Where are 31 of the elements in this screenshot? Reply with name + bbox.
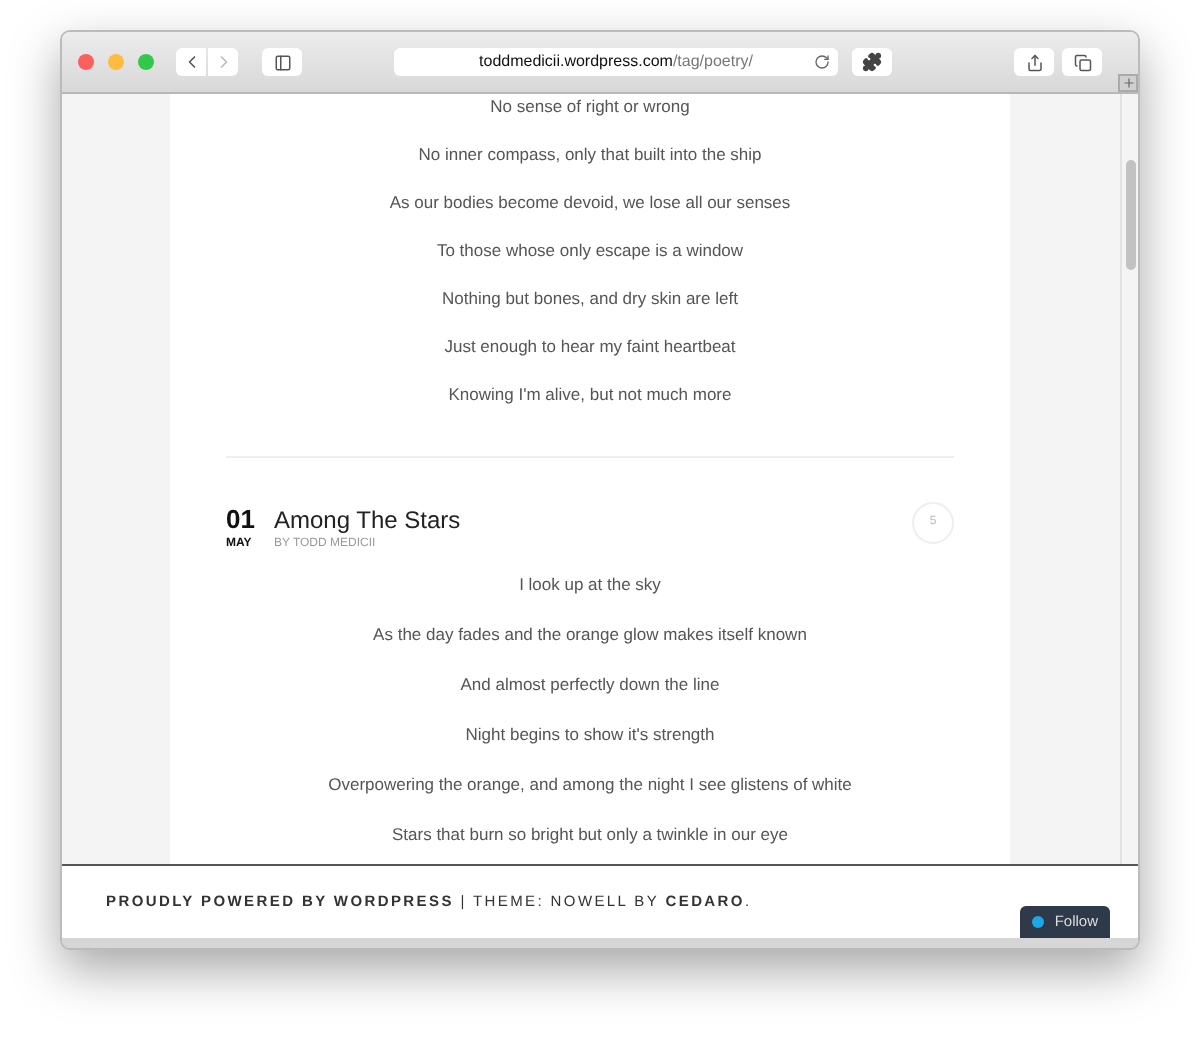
sidebar-icon [273,53,291,71]
poem-line: No inner compass, only that built into the ship [416,142,764,168]
poem-line: Night begins to show it's strength [463,722,717,748]
url-text: toddmedicii.wordpress.com/tag/poetry/ [479,50,753,74]
poem-line: Stars that burn so bright but only a twinkle in our eye [390,822,790,848]
puzzle-icon [862,52,882,72]
scrollbar[interactable] [1120,94,1138,864]
tabs-button[interactable] [1062,48,1102,76]
sidebar-button[interactable] [262,48,302,76]
poem-line: Overpowering the orange, and among the night I see glistens of white [326,772,854,798]
post-title: Among The Stars [274,506,461,534]
post-day: 01 [226,506,274,534]
poem-line: I look up at the sky [517,572,663,598]
back-button[interactable] [176,48,206,76]
new-tab-button[interactable] [1118,74,1138,92]
poem-line: To those whose only escape is a window [434,238,746,264]
poem-line: As our bodies become devoid, we lose all our senses [387,190,793,216]
reload-icon[interactable] [814,54,830,70]
tabs-icon [1073,53,1091,71]
poem-line: And almost perfectly down the line [458,672,722,698]
scrollbar-thumb[interactable] [1126,160,1136,270]
poem-line: As the day fades and the orange glow makes itself known [371,622,809,648]
plus-icon [1121,76,1135,90]
share-icon [1025,53,1043,71]
poem-line: Just enough to hear my faint heartbeat [442,334,738,360]
address-bar[interactable]: toddmedicii.wordpress.com/tag/poetry/ [394,48,838,76]
share-button[interactable] [1014,48,1054,76]
poem-line: Nothing but bones, and dry skin are left [440,286,740,312]
poem-line: No sense of right or wrong [488,94,692,120]
poem-line: Knowing I'm alive, but not much more [446,382,734,408]
extension-button[interactable] [852,48,892,76]
